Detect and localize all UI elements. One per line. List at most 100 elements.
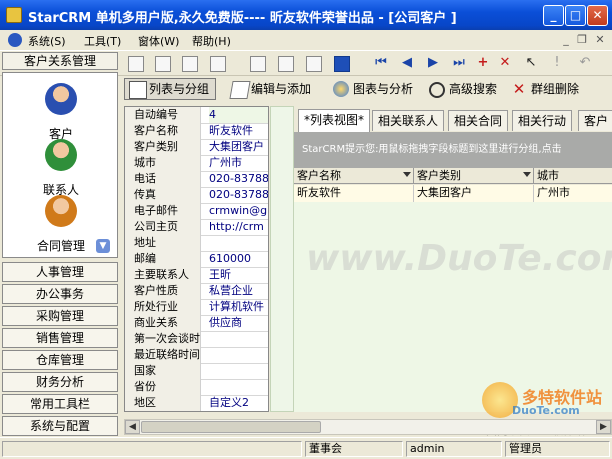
form-row[interactable]: 客户性质 私营企业 bbox=[125, 283, 268, 300]
form-row[interactable]: 主要联系人 王昕 bbox=[125, 267, 268, 284]
column-city[interactable]: 城市 bbox=[534, 168, 612, 184]
nav-system-config[interactable]: 系统与配置 bbox=[2, 416, 118, 436]
next-record-icon[interactable]: ▶ bbox=[424, 54, 442, 72]
list-icon[interactable] bbox=[278, 56, 294, 72]
dropdown-arrow-icon[interactable] bbox=[523, 172, 531, 177]
windows-icon[interactable] bbox=[210, 56, 226, 72]
title-bar[interactable]: StarCRM 单机多用户版,永久免费版---- 昕友软件荣誉出品 - [公司客… bbox=[0, 0, 612, 30]
last-record-icon[interactable]: ⏭ bbox=[450, 54, 468, 72]
form-row[interactable]: 地区 自定义2 bbox=[125, 395, 268, 411]
form-row[interactable]: 公司主页 http://crm bbox=[125, 219, 268, 236]
form-field-value[interactable]: crmwin@gm bbox=[209, 203, 268, 219]
advanced-search-button[interactable]: 高级搜索 bbox=[424, 78, 504, 100]
form-field-value[interactable] bbox=[209, 347, 268, 363]
new-record-icon[interactable] bbox=[128, 56, 144, 72]
undo-icon[interactable] bbox=[182, 56, 198, 72]
splitter[interactable] bbox=[270, 106, 294, 412]
tab-list-view[interactable]: *列表视图* bbox=[298, 109, 371, 132]
form-field-value[interactable]: 供应商 bbox=[209, 315, 268, 331]
nav-hr[interactable]: 人事管理 bbox=[2, 262, 118, 282]
delete-record-icon[interactable]: ✕ bbox=[496, 54, 514, 72]
nav-header[interactable]: 客户关系管理 bbox=[2, 52, 118, 70]
form-row[interactable]: 第一次会谈时 bbox=[125, 331, 268, 348]
form-field-value[interactable]: 020-837883 bbox=[209, 187, 268, 203]
form-field-value[interactable]: 大集团客户 bbox=[209, 139, 268, 155]
grid-icon[interactable] bbox=[306, 56, 322, 72]
nav-warehouse[interactable]: 仓库管理 bbox=[2, 350, 118, 370]
close-button[interactable]: ✕ bbox=[587, 5, 608, 26]
form-field-value[interactable]: 610000 bbox=[209, 251, 268, 267]
form-field-value[interactable]: 昕友软件 bbox=[209, 123, 268, 139]
list-group-button[interactable]: 列表与分组 bbox=[124, 78, 217, 100]
form-row[interactable]: 传真 020-837883 bbox=[125, 187, 268, 204]
form-field-value[interactable]: 广州市 bbox=[209, 155, 268, 171]
scroll-thumb[interactable] bbox=[141, 421, 321, 433]
edit-add-button[interactable]: 编辑与添加 bbox=[226, 78, 318, 100]
form-field-value[interactable] bbox=[209, 363, 268, 379]
form-row[interactable]: 电话 020-837883 bbox=[125, 171, 268, 188]
horizontal-scrollbar[interactable]: ◀ ▶ bbox=[124, 419, 612, 435]
column-customer-type[interactable]: 客户类别 bbox=[414, 168, 534, 184]
minimize-button[interactable]: _ bbox=[543, 5, 564, 26]
form-row[interactable]: 电子邮件 crmwin@gm bbox=[125, 203, 268, 220]
group-delete-button[interactable]: ✕ 群组删除 bbox=[506, 78, 586, 100]
table-row[interactable]: 昕友软件 大集团客户 广州市 bbox=[294, 185, 612, 202]
form-row[interactable]: 客户类别 大集团客户 bbox=[125, 139, 268, 156]
scroll-right-icon[interactable]: ▶ bbox=[596, 420, 611, 434]
form-field-value[interactable]: 4 bbox=[209, 107, 268, 123]
form-row[interactable]: 地址 bbox=[125, 235, 268, 252]
mdi-restore-button[interactable]: ❐ bbox=[574, 32, 590, 48]
form-row[interactable]: 国家 bbox=[125, 363, 268, 380]
first-record-icon[interactable]: ⏮ bbox=[372, 54, 390, 72]
tab-customer[interactable]: 客户 bbox=[578, 110, 612, 131]
nav-item-customer[interactable]: 客户 bbox=[3, 83, 119, 142]
form-field-value[interactable] bbox=[209, 235, 268, 251]
chevron-down-icon[interactable]: ▼ bbox=[96, 239, 110, 253]
mdi-close-button[interactable]: ✕ bbox=[592, 32, 608, 48]
report-icon[interactable] bbox=[250, 56, 266, 72]
form-field-value[interactable]: 计算机软件 bbox=[209, 299, 268, 315]
edit-icon[interactable] bbox=[155, 56, 171, 72]
pointer-icon[interactable]: ↖ bbox=[522, 54, 540, 72]
column-customer-name[interactable]: 客户名称 bbox=[294, 168, 414, 184]
tab-related-actions[interactable]: 相关行动 bbox=[512, 110, 573, 131]
nav-purchasing[interactable]: 采购管理 bbox=[2, 306, 118, 326]
scroll-left-icon[interactable]: ◀ bbox=[125, 420, 140, 434]
menu-window[interactable]: 窗体(W) bbox=[138, 33, 179, 49]
form-row[interactable]: 商业关系 供应商 bbox=[125, 315, 268, 332]
form-row[interactable]: 城市 广州市 bbox=[125, 155, 268, 172]
form-field-value[interactable]: 私营企业 bbox=[209, 283, 268, 299]
nav-tools[interactable]: 常用工具栏 bbox=[2, 394, 118, 414]
form-field-value[interactable] bbox=[209, 379, 268, 395]
form-row[interactable]: 客户名称 昕友软件 bbox=[125, 123, 268, 140]
mdi-minimize-button[interactable]: _ bbox=[558, 32, 574, 48]
form-field-value[interactable]: 自定义2 bbox=[209, 395, 268, 411]
save-icon[interactable]: ! bbox=[548, 54, 566, 72]
menu-help[interactable]: 帮助(H) bbox=[192, 33, 231, 49]
menu-tools[interactable]: 工具(T) bbox=[84, 33, 121, 49]
group-hint[interactable]: StarCRM提示您:用鼠标拖拽字段标题到这里进行分组,点击 bbox=[294, 132, 612, 168]
form-field-value[interactable]: http://crm bbox=[209, 219, 268, 235]
nav-office[interactable]: 办公事务 bbox=[2, 284, 118, 304]
add-record-icon[interactable]: + bbox=[474, 54, 492, 72]
dropdown-arrow-icon[interactable] bbox=[403, 172, 411, 177]
form-field-value[interactable]: 王昕 bbox=[209, 267, 268, 283]
chart-analysis-button[interactable]: 图表与分析 bbox=[328, 78, 420, 100]
form-row[interactable]: 自动编号 4 bbox=[125, 107, 268, 124]
tab-related-contracts[interactable]: 相关合同 bbox=[448, 110, 509, 131]
form-field-value[interactable] bbox=[209, 331, 268, 347]
maximize-button[interactable]: □ bbox=[565, 5, 586, 26]
form-field-value[interactable]: 020-837883 bbox=[209, 171, 268, 187]
menu-system[interactable]: 系统(S) bbox=[28, 33, 66, 49]
form-row[interactable]: 最近联络时间 bbox=[125, 347, 268, 364]
prev-record-icon[interactable]: ◀ bbox=[398, 54, 416, 72]
refresh-icon[interactable]: ↶ bbox=[576, 54, 594, 72]
form-row[interactable]: 邮编 610000 bbox=[125, 251, 268, 268]
nav-finance[interactable]: 财务分析 bbox=[2, 372, 118, 392]
table-icon[interactable] bbox=[334, 56, 350, 72]
form-row[interactable]: 所处行业 计算机软件 bbox=[125, 299, 268, 316]
form-row[interactable]: 省份 bbox=[125, 379, 268, 396]
tab-related-contacts[interactable]: 相关联系人 bbox=[372, 110, 445, 131]
nav-sales[interactable]: 销售管理 bbox=[2, 328, 118, 348]
grid-body[interactable] bbox=[294, 202, 612, 412]
